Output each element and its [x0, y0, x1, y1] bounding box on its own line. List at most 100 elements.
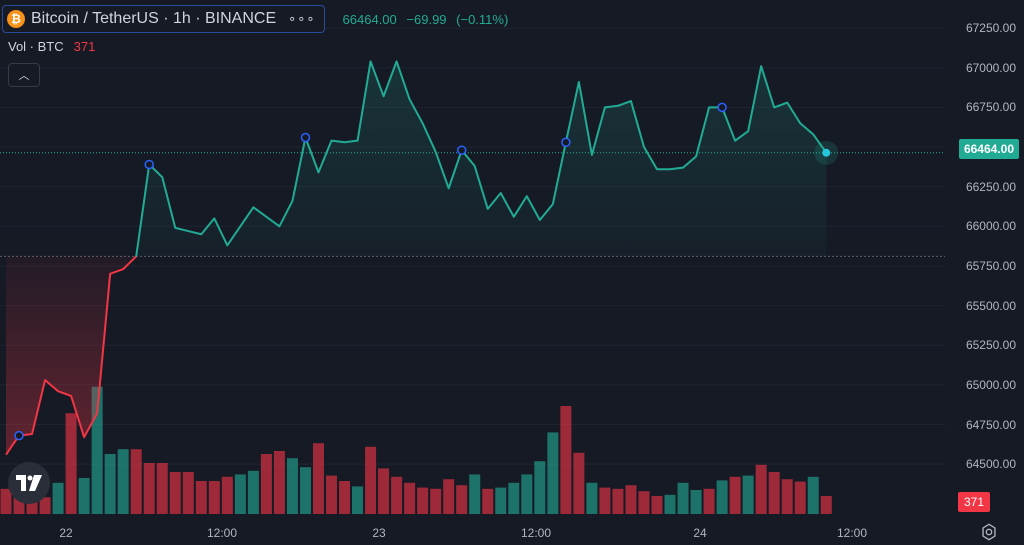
- time-tick-label: 24: [693, 526, 707, 540]
- price-tick-label: 65750.00: [965, 258, 1016, 273]
- volume-bar: [169, 472, 181, 514]
- volume-legend-label: Vol · BTC: [8, 39, 64, 54]
- volume-bar: [234, 474, 246, 514]
- gear-icon[interactable]: [980, 523, 998, 541]
- volume-bar: [521, 474, 533, 514]
- price-tick-label: 66000.00: [965, 219, 1016, 234]
- time-tick-label: 22: [59, 526, 73, 540]
- price-tick-label: 65500.00: [965, 298, 1016, 313]
- volume-bar: [286, 458, 298, 514]
- volume-bar: [664, 494, 676, 514]
- volume-bar: [104, 454, 116, 514]
- volume-legend-value: 371: [73, 39, 96, 54]
- volume-bar: [78, 478, 90, 514]
- chevron-up-icon: ︿: [18, 70, 30, 82]
- price-tick-label: 64500.00: [965, 457, 1016, 472]
- tradingview-logo-icon[interactable]: [8, 462, 50, 504]
- price-tick-label: 66750.00: [965, 100, 1016, 115]
- volume-bar: [495, 487, 507, 514]
- price-tick-label: 67000.00: [965, 60, 1016, 75]
- volume-bar: [391, 476, 403, 514]
- volume-bar: [742, 475, 754, 514]
- time-tick-label: 12:00: [836, 526, 868, 540]
- symbol-selector[interactable]: ₿ Bitcoin / TetherUS · 1h · BINANCE ∘∘∘: [2, 5, 325, 33]
- price-tick-label: 65250.00: [965, 338, 1016, 353]
- price-tick-label: 65000.00: [965, 377, 1016, 392]
- volume-bar: [182, 472, 194, 514]
- volume-bar: [755, 464, 767, 514]
- volume-bar: [65, 413, 77, 514]
- price-tick-label: 64750.00: [965, 417, 1016, 432]
- current-volume-tag: 371: [957, 492, 990, 512]
- volume-bar: [156, 463, 168, 514]
- volume-bar: [534, 461, 546, 514]
- symbol-header: ₿ Bitcoin / TetherUS · 1h · BINANCE ∘∘∘ …: [2, 5, 514, 33]
- volume-bar: [52, 482, 64, 514]
- more-options-icon[interactable]: ∘∘∘: [288, 11, 315, 27]
- volume-bar: [625, 485, 637, 514]
- price-change-readout: 66464.00 −69.99 (−0.11%): [343, 12, 515, 27]
- price-change-percent: (−0.11%): [456, 11, 509, 27]
- volume-bar: [195, 481, 207, 514]
- volume-bar: [716, 480, 728, 514]
- volume-bar: [508, 482, 520, 514]
- price-tick-label: 67250.00: [965, 21, 1016, 36]
- volume-bar: [651, 496, 663, 514]
- volume-bar: [352, 486, 364, 514]
- volume-bar: [208, 481, 220, 514]
- volume-bar: [560, 406, 572, 514]
- volume-bar: [677, 482, 689, 514]
- volume-bar: [312, 443, 324, 514]
- volume-bar: [404, 482, 416, 514]
- volume-bar: [729, 476, 741, 514]
- event-marker: [144, 159, 154, 170]
- volume-bar: [638, 491, 650, 514]
- volume-bar: [221, 476, 233, 514]
- event-marker: [14, 430, 24, 441]
- tradingview-logo-glyph: [16, 475, 42, 491]
- time-tick-label: 12:00: [520, 526, 552, 540]
- volume-bar: [260, 454, 272, 514]
- volume-bar: [273, 451, 285, 514]
- last-point-dot: [822, 148, 831, 157]
- volume-bar: [612, 488, 624, 514]
- volume-legend: Vol · BTC 371: [8, 39, 95, 54]
- time-tick-label: 12:00: [206, 526, 238, 540]
- volume-bar: [130, 449, 142, 514]
- current-price-tag: 66464.00: [958, 139, 1019, 159]
- event-marker: [300, 132, 311, 143]
- event-marker: [561, 137, 571, 148]
- volume-bar: [117, 449, 129, 514]
- bitcoin-icon: ₿: [7, 10, 25, 28]
- chart-canvas[interactable]: [0, 0, 1024, 545]
- volume-bar: [299, 467, 311, 514]
- volume-bar: [469, 474, 481, 514]
- volume-bar: [573, 452, 585, 514]
- volume-bar: [326, 475, 337, 514]
- volume-bar: [599, 487, 611, 514]
- volume-bar: [378, 468, 390, 514]
- volume-bar: [339, 481, 351, 514]
- volume-bar: [807, 476, 819, 514]
- event-marker: [456, 145, 467, 155]
- price-change: −69.99: [406, 11, 447, 27]
- volume-bar: [547, 432, 559, 514]
- last-price: 66464.00: [342, 11, 397, 27]
- volume-bar: [703, 488, 715, 514]
- volume-bar: [482, 488, 494, 514]
- volume-bar: [456, 485, 468, 514]
- price-tick-label: 66250.00: [965, 179, 1016, 194]
- volume-bar: [794, 481, 806, 514]
- volume-bar: [247, 470, 259, 514]
- volume-bar: [768, 472, 780, 514]
- volume-bar: [430, 488, 442, 514]
- volume-bar: [586, 482, 598, 514]
- volume-bar: [365, 446, 377, 514]
- volume-bar: [443, 479, 455, 514]
- volume-bar: [781, 479, 793, 514]
- volume-bar: [143, 463, 155, 514]
- time-tick-label: 23: [372, 526, 386, 540]
- collapse-legend-button[interactable]: ︿: [8, 63, 40, 87]
- event-marker: [717, 102, 727, 113]
- volume-bar: [417, 487, 429, 514]
